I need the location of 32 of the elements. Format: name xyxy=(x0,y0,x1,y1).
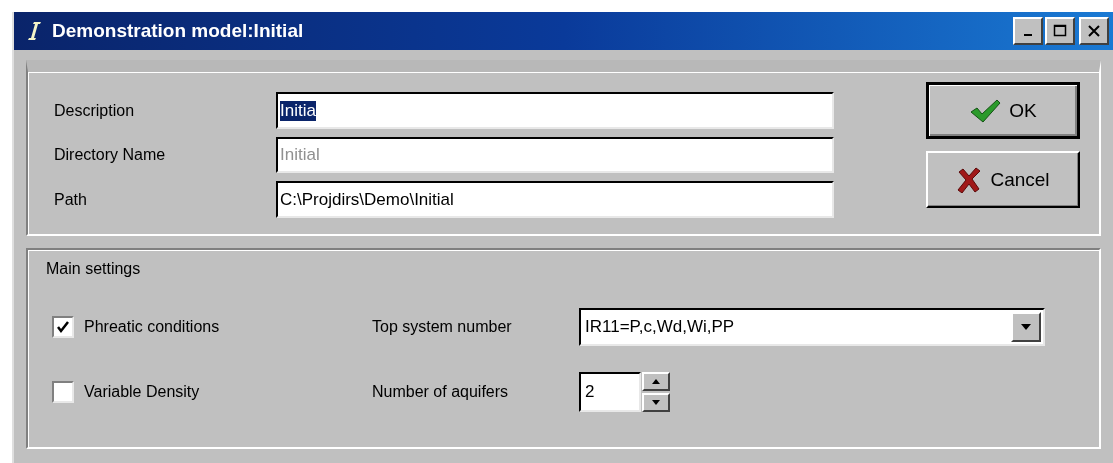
close-button[interactable] xyxy=(1079,17,1109,45)
check-icon xyxy=(969,97,1002,124)
checkbox-label: Phreatic conditions xyxy=(84,318,220,336)
down-arrow-icon xyxy=(1020,323,1032,331)
text-field[interactable]: C:\Projdirs\Demo\Initial xyxy=(276,181,834,218)
spin-up-button[interactable] xyxy=(642,372,670,391)
field-label: Number of aquifers xyxy=(372,383,510,401)
cancel-button[interactable]: Cancel xyxy=(926,151,1080,208)
maximize-icon xyxy=(1053,24,1067,38)
down-arrow-icon xyxy=(652,400,660,405)
field-label: Top system number xyxy=(372,318,513,336)
maximize-button[interactable] xyxy=(1045,17,1075,45)
checkbox-label: Variable Density xyxy=(84,383,200,401)
cross-icon xyxy=(956,166,983,193)
minimize-button[interactable] xyxy=(1013,17,1043,45)
app-icon xyxy=(28,20,42,42)
dropdown[interactable]: IR11=P,c,Wd,Wi,PP xyxy=(579,308,1045,346)
minimize-icon xyxy=(1024,34,1032,36)
checkmark-icon xyxy=(56,320,70,334)
field-label: Path xyxy=(54,190,88,209)
checkbox[interactable] xyxy=(52,316,74,338)
up-arrow-icon xyxy=(652,379,660,384)
field-label: Description xyxy=(54,101,136,120)
field-label: Directory Name xyxy=(54,146,167,164)
group-title: Main settings xyxy=(44,260,143,278)
close-icon xyxy=(1087,24,1101,38)
text-field[interactable]: Initia xyxy=(276,92,834,129)
spin-down-button[interactable] xyxy=(642,393,670,412)
checkbox[interactable] xyxy=(52,381,74,403)
ok-button[interactable]: OK xyxy=(926,82,1080,139)
window-title: Demonstration model:Initial xyxy=(52,20,305,42)
number-field[interactable]: 2 xyxy=(579,372,641,412)
